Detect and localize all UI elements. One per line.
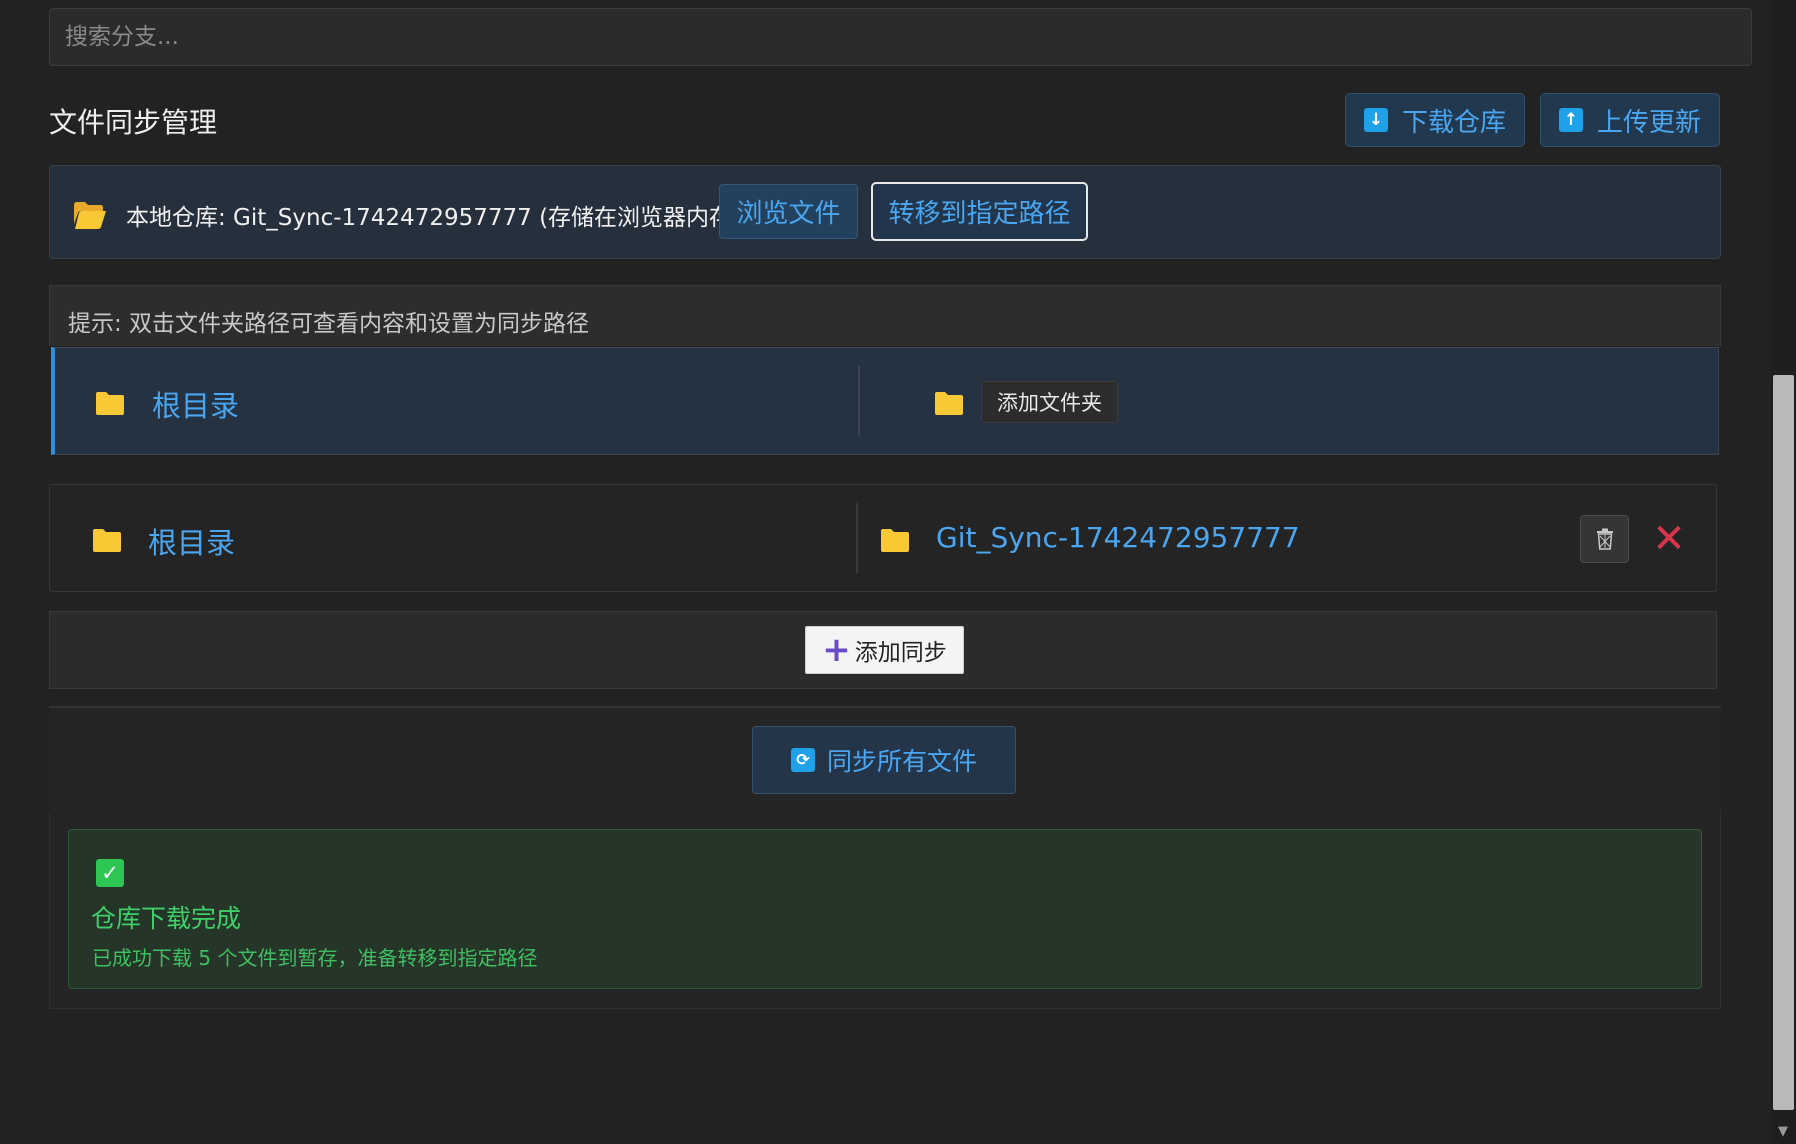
page-title: 文件同步管理 [49,106,218,139]
remove-sync-button[interactable]: ✕ [1650,515,1688,563]
scroll-down-arrow-icon[interactable]: ▼ [1776,1124,1790,1139]
target-path-link[interactable]: Git_Sync-1742472957777 [936,521,1300,554]
add-sync-label: 添加同步 [854,640,947,666]
check-icon: ✓ [96,859,124,887]
row-divider [856,503,858,573]
source-path-link[interactable]: 根目录 [148,520,235,562]
add-folder-button[interactable]: 添加文件夹 [981,381,1118,423]
download-repo-button[interactable]: ↓ 下载仓库 [1345,93,1525,147]
upload-icon: ↑ [1558,108,1583,132]
move-to-path-button[interactable]: 转移到指定路径 [871,182,1088,241]
folder-open-icon [74,202,106,229]
source-path-link[interactable]: 根目录 [152,383,239,425]
download-repo-label: 下载仓库 [1401,107,1506,138]
row-divider [858,366,860,436]
hint-text: 提示: 双击文件夹路径可查看内容和设置为同步路径 [49,285,1721,346]
folder-icon [96,392,124,415]
add-sync-button[interactable]: + 添加同步 [805,626,964,674]
sync-all-label: 同步所有文件 [826,747,977,776]
sync-all-button[interactable]: ⟳ 同步所有文件 [752,726,1016,794]
success-title: 仓库下载完成 [91,904,242,933]
trash-icon [1596,528,1613,550]
refresh-icon: ⟳ [790,748,815,772]
plus-icon: + [822,630,851,670]
search-branch-input[interactable] [49,8,1752,66]
upload-update-label: 上传更新 [1596,107,1701,138]
upload-update-button[interactable]: ↑ 上传更新 [1540,93,1720,147]
sync-row-selected[interactable] [51,347,1719,455]
scrollbar-thumb[interactable] [1773,375,1794,1110]
target-folder-icon[interactable] [934,390,964,416]
local-repo-info: 本地仓库: Git_Sync-1742472957777 (存储在浏览器内存中) [126,205,765,231]
folder-icon [881,529,909,552]
close-icon: ✕ [1652,516,1686,562]
download-icon: ↓ [1363,108,1388,132]
delete-button[interactable] [1580,515,1629,563]
folder-icon [93,529,121,552]
success-message: 已成功下载 5 个文件到暂存，准备转移到指定路径 [92,946,538,970]
browse-files-button[interactable]: 浏览文件 [719,184,858,239]
